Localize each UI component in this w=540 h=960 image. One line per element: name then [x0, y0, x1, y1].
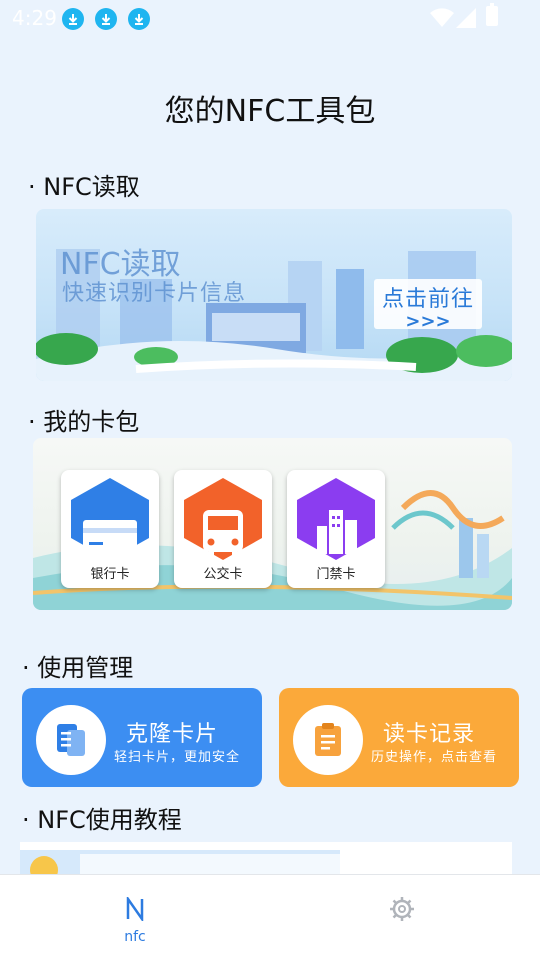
tutorial-illustration	[20, 850, 340, 874]
section-title-tutorial: · NFC使用教程	[22, 806, 182, 834]
status-bar: 4:29	[0, 0, 540, 36]
clone-card-icon	[36, 705, 106, 775]
clone-card-button[interactable]: 克隆卡片 轻扫卡片，更加安全	[22, 688, 262, 787]
status-time: 4:29	[12, 6, 57, 30]
wallet-card-label: 门禁卡	[316, 567, 356, 582]
bottom-nav: nfc	[0, 874, 540, 960]
record-icon	[293, 705, 363, 775]
section-title-management: · 使用管理	[22, 654, 134, 682]
clone-card-subtitle: 轻扫卡片，更加安全	[114, 750, 241, 765]
download-icon	[128, 8, 150, 30]
nfc-icon	[126, 897, 144, 921]
wifi-icon	[430, 8, 454, 27]
gear-icon	[390, 897, 414, 921]
page-title: 您的NFC工具包	[164, 94, 376, 129]
section-title-wallet: · 我的卡包	[28, 408, 140, 436]
download-icon	[95, 8, 117, 30]
nav-tab-label: nfc	[124, 929, 146, 945]
wallet-card-access[interactable]: 门禁卡	[287, 470, 385, 588]
wallet-card-bank[interactable]: 银行卡	[61, 470, 159, 588]
bus-icon	[184, 478, 262, 560]
tutorial-banner[interactable]	[20, 842, 512, 874]
signal-icon	[456, 8, 476, 28]
wallet-card-label: 银行卡	[90, 567, 130, 582]
read-record-button[interactable]: 读卡记录 历史操作，点击查看	[279, 688, 519, 787]
nfc-go-button[interactable]: 点击前往 >>>	[374, 279, 482, 332]
nfc-go-arrows: >>>	[405, 311, 451, 332]
nfc-go-label: 点击前往	[381, 287, 474, 312]
nav-tab-nfc[interactable]: nfc	[0, 875, 270, 960]
building-icon	[297, 478, 375, 560]
battery-icon	[486, 3, 498, 26]
wallet-card-label: 公交卡	[203, 567, 243, 582]
read-record-subtitle: 历史操作，点击查看	[371, 750, 498, 765]
download-icon	[62, 8, 84, 30]
bank-card-icon	[71, 478, 149, 560]
read-record-title: 读卡记录	[383, 722, 476, 747]
card-wallet-banner: 银行卡 公交卡 门禁卡	[33, 438, 512, 610]
section-title-nfc-read: · NFC读取	[28, 173, 140, 201]
nfc-banner-subtitle: 快速识别卡片信息	[62, 281, 247, 306]
wallet-card-bus[interactable]: 公交卡	[174, 470, 272, 588]
nav-tab-settings[interactable]	[270, 875, 540, 960]
nfc-read-banner[interactable]: NFC读取 快速识别卡片信息 点击前往 >>>	[36, 209, 512, 381]
clone-card-title: 克隆卡片	[126, 722, 219, 747]
